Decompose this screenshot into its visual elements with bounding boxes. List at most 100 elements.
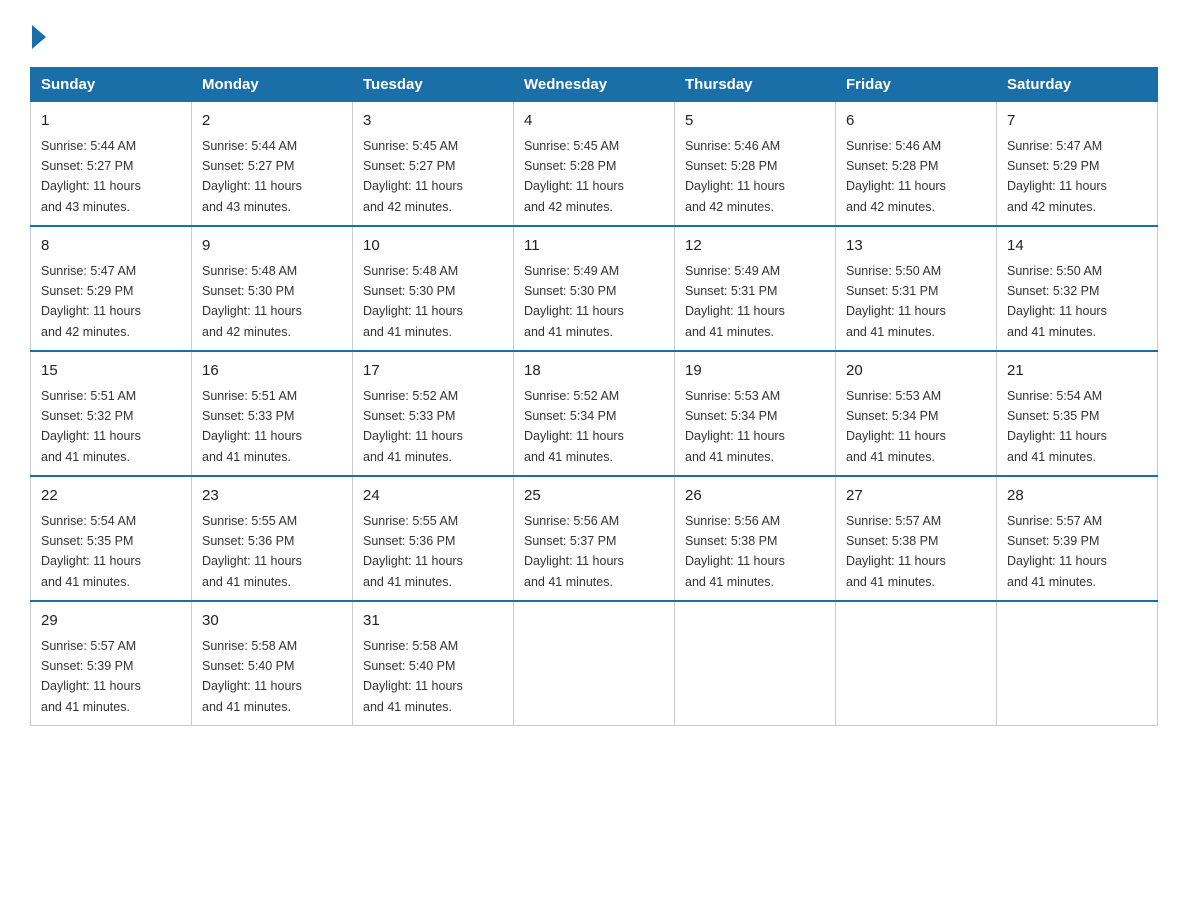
calendar-cell: 16 Sunrise: 5:51 AMSunset: 5:33 PMDaylig… <box>192 351 353 476</box>
calendar-cell: 26 Sunrise: 5:56 AMSunset: 5:38 PMDaylig… <box>675 476 836 601</box>
day-info: Sunrise: 5:56 AMSunset: 5:37 PMDaylight:… <box>524 514 624 589</box>
calendar-cell: 30 Sunrise: 5:58 AMSunset: 5:40 PMDaylig… <box>192 601 353 726</box>
calendar-cell: 29 Sunrise: 5:57 AMSunset: 5:39 PMDaylig… <box>31 601 192 726</box>
day-number: 28 <box>1007 485 1147 508</box>
day-info: Sunrise: 5:45 AMSunset: 5:27 PMDaylight:… <box>363 139 463 214</box>
day-number: 13 <box>846 235 986 258</box>
calendar-header-row: SundayMondayTuesdayWednesdayThursdayFrid… <box>31 68 1158 102</box>
calendar-cell: 14 Sunrise: 5:50 AMSunset: 5:32 PMDaylig… <box>997 226 1158 351</box>
calendar-cell: 28 Sunrise: 5:57 AMSunset: 5:39 PMDaylig… <box>997 476 1158 601</box>
day-info: Sunrise: 5:56 AMSunset: 5:38 PMDaylight:… <box>685 514 785 589</box>
day-number: 21 <box>1007 360 1147 383</box>
day-info: Sunrise: 5:51 AMSunset: 5:33 PMDaylight:… <box>202 389 302 464</box>
calendar-cell <box>997 601 1158 726</box>
calendar-cell: 21 Sunrise: 5:54 AMSunset: 5:35 PMDaylig… <box>997 351 1158 476</box>
calendar-cell: 12 Sunrise: 5:49 AMSunset: 5:31 PMDaylig… <box>675 226 836 351</box>
calendar-header-sunday: Sunday <box>31 68 192 102</box>
day-number: 27 <box>846 485 986 508</box>
calendar-cell: 6 Sunrise: 5:46 AMSunset: 5:28 PMDayligh… <box>836 102 997 227</box>
calendar-cell: 15 Sunrise: 5:51 AMSunset: 5:32 PMDaylig… <box>31 351 192 476</box>
day-number: 31 <box>363 610 503 633</box>
calendar-header-tuesday: Tuesday <box>353 68 514 102</box>
day-info: Sunrise: 5:51 AMSunset: 5:32 PMDaylight:… <box>41 389 141 464</box>
day-number: 20 <box>846 360 986 383</box>
calendar-cell: 1 Sunrise: 5:44 AMSunset: 5:27 PMDayligh… <box>31 102 192 227</box>
day-info: Sunrise: 5:54 AMSunset: 5:35 PMDaylight:… <box>41 514 141 589</box>
calendar-cell: 20 Sunrise: 5:53 AMSunset: 5:34 PMDaylig… <box>836 351 997 476</box>
day-number: 26 <box>685 485 825 508</box>
day-info: Sunrise: 5:54 AMSunset: 5:35 PMDaylight:… <box>1007 389 1107 464</box>
day-number: 7 <box>1007 110 1147 133</box>
day-number: 11 <box>524 235 664 258</box>
calendar-cell: 13 Sunrise: 5:50 AMSunset: 5:31 PMDaylig… <box>836 226 997 351</box>
calendar-cell: 4 Sunrise: 5:45 AMSunset: 5:28 PMDayligh… <box>514 102 675 227</box>
calendar-week-row: 22 Sunrise: 5:54 AMSunset: 5:35 PMDaylig… <box>31 476 1158 601</box>
day-number: 10 <box>363 235 503 258</box>
calendar-cell <box>675 601 836 726</box>
day-number: 19 <box>685 360 825 383</box>
day-info: Sunrise: 5:46 AMSunset: 5:28 PMDaylight:… <box>846 139 946 214</box>
calendar-header-thursday: Thursday <box>675 68 836 102</box>
day-info: Sunrise: 5:47 AMSunset: 5:29 PMDaylight:… <box>41 264 141 339</box>
calendar-cell <box>514 601 675 726</box>
calendar-week-row: 8 Sunrise: 5:47 AMSunset: 5:29 PMDayligh… <box>31 226 1158 351</box>
calendar-cell: 10 Sunrise: 5:48 AMSunset: 5:30 PMDaylig… <box>353 226 514 351</box>
calendar-cell: 19 Sunrise: 5:53 AMSunset: 5:34 PMDaylig… <box>675 351 836 476</box>
day-number: 6 <box>846 110 986 133</box>
calendar-cell: 3 Sunrise: 5:45 AMSunset: 5:27 PMDayligh… <box>353 102 514 227</box>
day-number: 2 <box>202 110 342 133</box>
calendar-cell: 9 Sunrise: 5:48 AMSunset: 5:30 PMDayligh… <box>192 226 353 351</box>
calendar-table: SundayMondayTuesdayWednesdayThursdayFrid… <box>30 67 1158 726</box>
day-info: Sunrise: 5:52 AMSunset: 5:33 PMDaylight:… <box>363 389 463 464</box>
day-number: 1 <box>41 110 181 133</box>
day-info: Sunrise: 5:57 AMSunset: 5:39 PMDaylight:… <box>1007 514 1107 589</box>
day-info: Sunrise: 5:55 AMSunset: 5:36 PMDaylight:… <box>363 514 463 589</box>
day-info: Sunrise: 5:58 AMSunset: 5:40 PMDaylight:… <box>363 639 463 714</box>
day-number: 24 <box>363 485 503 508</box>
calendar-cell: 23 Sunrise: 5:55 AMSunset: 5:36 PMDaylig… <box>192 476 353 601</box>
day-number: 18 <box>524 360 664 383</box>
calendar-cell: 8 Sunrise: 5:47 AMSunset: 5:29 PMDayligh… <box>31 226 192 351</box>
day-info: Sunrise: 5:44 AMSunset: 5:27 PMDaylight:… <box>202 139 302 214</box>
calendar-cell: 11 Sunrise: 5:49 AMSunset: 5:30 PMDaylig… <box>514 226 675 351</box>
calendar-cell: 2 Sunrise: 5:44 AMSunset: 5:27 PMDayligh… <box>192 102 353 227</box>
day-number: 16 <box>202 360 342 383</box>
calendar-week-row: 1 Sunrise: 5:44 AMSunset: 5:27 PMDayligh… <box>31 102 1158 227</box>
calendar-cell: 25 Sunrise: 5:56 AMSunset: 5:37 PMDaylig… <box>514 476 675 601</box>
calendar-cell: 18 Sunrise: 5:52 AMSunset: 5:34 PMDaylig… <box>514 351 675 476</box>
day-number: 4 <box>524 110 664 133</box>
day-info: Sunrise: 5:45 AMSunset: 5:28 PMDaylight:… <box>524 139 624 214</box>
calendar-cell: 7 Sunrise: 5:47 AMSunset: 5:29 PMDayligh… <box>997 102 1158 227</box>
calendar-header-monday: Monday <box>192 68 353 102</box>
calendar-week-row: 29 Sunrise: 5:57 AMSunset: 5:39 PMDaylig… <box>31 601 1158 726</box>
day-number: 14 <box>1007 235 1147 258</box>
day-info: Sunrise: 5:53 AMSunset: 5:34 PMDaylight:… <box>846 389 946 464</box>
day-number: 15 <box>41 360 181 383</box>
day-info: Sunrise: 5:44 AMSunset: 5:27 PMDaylight:… <box>41 139 141 214</box>
day-number: 23 <box>202 485 342 508</box>
day-info: Sunrise: 5:52 AMSunset: 5:34 PMDaylight:… <box>524 389 624 464</box>
calendar-header-wednesday: Wednesday <box>514 68 675 102</box>
logo <box>30 20 46 47</box>
day-info: Sunrise: 5:58 AMSunset: 5:40 PMDaylight:… <box>202 639 302 714</box>
day-number: 9 <box>202 235 342 258</box>
calendar-header-friday: Friday <box>836 68 997 102</box>
calendar-header-saturday: Saturday <box>997 68 1158 102</box>
day-info: Sunrise: 5:53 AMSunset: 5:34 PMDaylight:… <box>685 389 785 464</box>
calendar-cell: 5 Sunrise: 5:46 AMSunset: 5:28 PMDayligh… <box>675 102 836 227</box>
calendar-cell: 22 Sunrise: 5:54 AMSunset: 5:35 PMDaylig… <box>31 476 192 601</box>
day-info: Sunrise: 5:50 AMSunset: 5:31 PMDaylight:… <box>846 264 946 339</box>
day-number: 17 <box>363 360 503 383</box>
page-header <box>30 20 1158 47</box>
day-info: Sunrise: 5:57 AMSunset: 5:38 PMDaylight:… <box>846 514 946 589</box>
day-number: 29 <box>41 610 181 633</box>
day-number: 25 <box>524 485 664 508</box>
day-info: Sunrise: 5:46 AMSunset: 5:28 PMDaylight:… <box>685 139 785 214</box>
day-number: 3 <box>363 110 503 133</box>
day-number: 12 <box>685 235 825 258</box>
calendar-cell: 27 Sunrise: 5:57 AMSunset: 5:38 PMDaylig… <box>836 476 997 601</box>
day-info: Sunrise: 5:48 AMSunset: 5:30 PMDaylight:… <box>202 264 302 339</box>
day-info: Sunrise: 5:50 AMSunset: 5:32 PMDaylight:… <box>1007 264 1107 339</box>
day-number: 30 <box>202 610 342 633</box>
calendar-week-row: 15 Sunrise: 5:51 AMSunset: 5:32 PMDaylig… <box>31 351 1158 476</box>
